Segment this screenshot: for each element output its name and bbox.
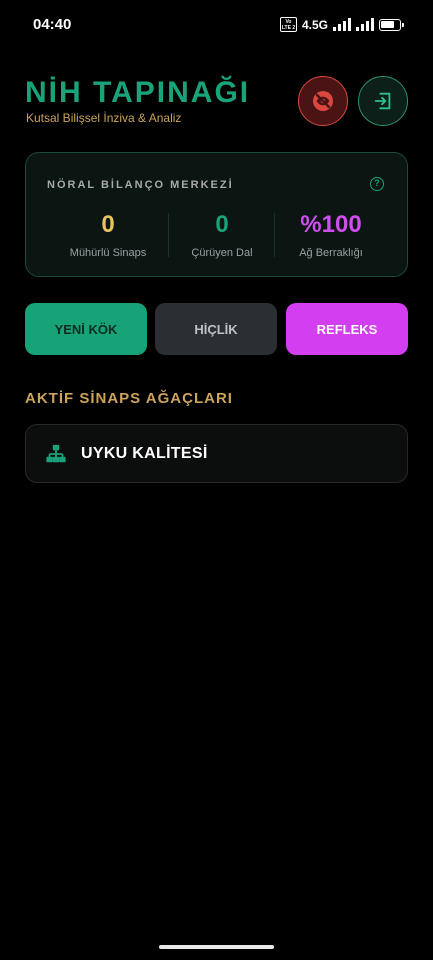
stat-sealed-synapse: 0 Mühürlü Sinaps <box>53 211 163 259</box>
stat-label: Mühürlü Sinaps <box>69 247 147 259</box>
signal-icon <box>333 18 351 31</box>
app-subtitle: Kutsal Bilişsel İnziva & Analiz <box>26 111 182 125</box>
exit-button[interactable] <box>358 76 408 126</box>
status-time: 04:40 <box>33 16 72 33</box>
tree-label: UYKU KALİTESİ <box>81 445 208 462</box>
stat-label: Ağ Berraklığı <box>299 247 363 259</box>
volte-icon: Vo LTE 2 <box>279 17 297 32</box>
stat-value: 0 <box>101 211 115 238</box>
section-title: AKTİF SİNAPS AĞAÇLARI <box>25 390 233 407</box>
neural-balance-card: NÖRAL BİLANÇO MERKEZİ ? 0 Mühürlü Sinaps… <box>25 152 408 277</box>
status-icons: Vo LTE 2 4.5G <box>279 17 404 32</box>
battery-icon <box>379 18 404 31</box>
void-button[interactable]: HİÇLİK <box>155 303 277 355</box>
reflex-button[interactable]: REFLEKS <box>286 303 408 355</box>
network-type: 4.5G <box>301 17 328 32</box>
new-root-button[interactable]: YENİ KÖK <box>25 303 147 355</box>
status-bar: 04:40 Vo LTE 2 4.5G <box>0 0 433 50</box>
logout-icon <box>374 92 391 110</box>
help-icon[interactable]: ? <box>370 177 384 191</box>
tree-item[interactable]: UYKU KALİTESİ <box>25 424 408 483</box>
card-title: NÖRAL BİLANÇO MERKEZİ <box>47 179 234 191</box>
stat-network-clarity: %100 Ağ Berraklığı <box>276 211 386 259</box>
stat-label: Çürüyen Dal <box>191 247 253 259</box>
eye-off-icon <box>313 91 333 111</box>
sitemap-icon <box>46 444 66 463</box>
signal-icon <box>356 18 374 31</box>
app-title: NİH TAPINAĞI <box>25 76 251 109</box>
stat-rotting-branch: 0 Çürüyen Dal <box>167 211 277 259</box>
divider <box>274 213 275 257</box>
focus-mode-button[interactable] <box>298 76 348 126</box>
home-indicator[interactable] <box>159 945 274 949</box>
stat-value: 0 <box>215 211 229 238</box>
stat-value: %100 <box>300 211 362 238</box>
